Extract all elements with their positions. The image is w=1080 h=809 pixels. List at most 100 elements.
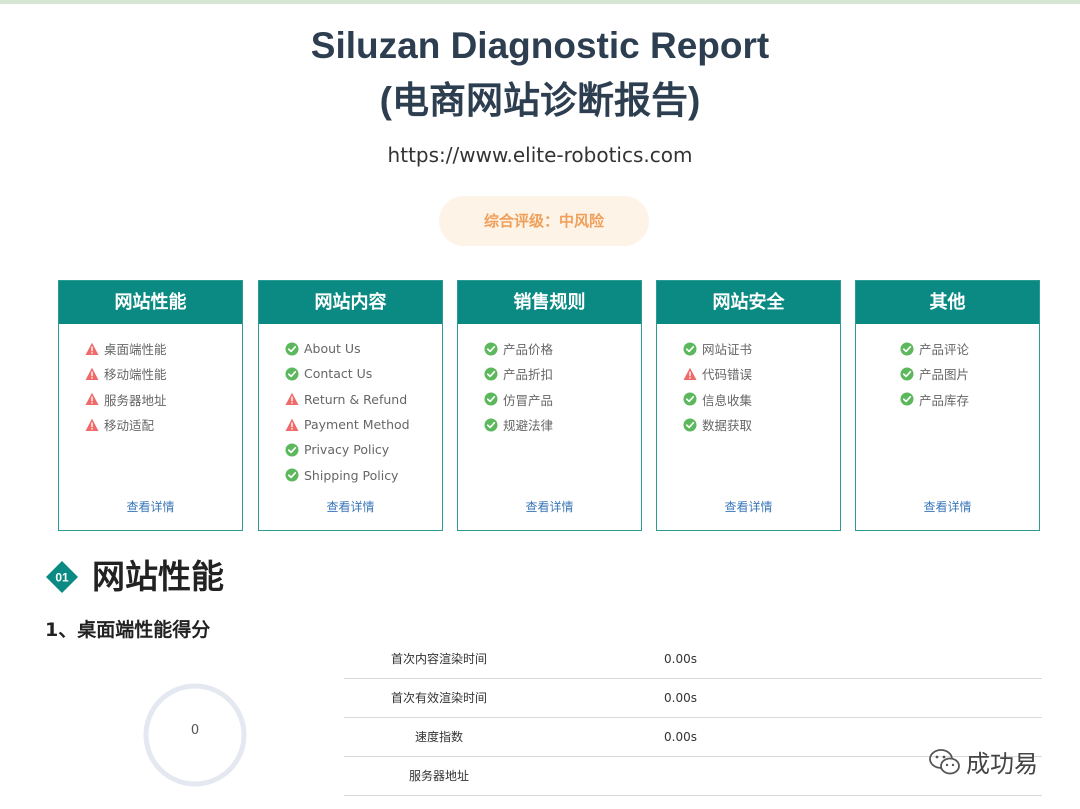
check-item-label: 数据获取 [702,418,753,434]
check-icon [683,392,697,406]
check-item-label: 产品价格 [503,342,554,358]
view-details-link[interactable]: 查看详情 [259,498,442,515]
warning-icon [85,418,99,431]
check-item: 仿冒产品 [484,387,641,412]
check-item-label: About Us [304,341,361,357]
card-title: 其他 [856,281,1039,324]
metric-row: 首次有效渲染时间 0.00s [344,679,1042,718]
check-item-label: 产品库存 [919,392,970,408]
check-item: 信息收集 [683,387,840,412]
check-item-label: 产品折扣 [503,367,554,383]
check-icon [683,418,697,432]
metric-value: 0.00s [664,730,697,744]
check-icon [484,418,498,432]
check-item: 产品图片 [900,361,1039,386]
view-details-link[interactable]: 查看详情 [657,498,840,515]
check-item-label: Payment Method [304,417,410,433]
card-checklist: 桌面端性能移动端性能服务器地址移动适配 [59,324,242,437]
check-item: 网站证书 [683,336,840,361]
view-details-link[interactable]: 查看详情 [458,498,641,515]
warning-icon [683,367,697,380]
check-item-label: 桌面端性能 [104,342,167,358]
watermark-text: 成功易 [966,750,1038,778]
warning-icon [85,367,99,380]
check-icon [900,392,914,406]
check-item-label: 代码错误 [702,367,753,383]
summary-card: 销售规则产品价格产品折扣仿冒产品规避法律查看详情 [457,280,642,531]
check-item-label: 移动端性能 [104,367,167,383]
check-icon [285,468,299,482]
check-item: Contact Us [285,361,442,386]
warning-icon [285,393,299,406]
check-icon [484,392,498,406]
check-item: 产品折扣 [484,361,641,386]
check-item-label: Shipping Policy [304,467,399,483]
metric-row: 首次内容渲染时间 0.00s [344,640,1042,679]
metric-label: 服务器地址 [408,769,469,783]
check-item-label: 规避法律 [503,418,554,434]
check-item: 产品库存 [900,387,1039,412]
card-checklist: 产品价格产品折扣仿冒产品规避法律 [458,324,641,437]
check-icon [484,367,498,381]
section-number-badge: 01 [46,561,78,593]
view-details-link[interactable]: 查看详情 [856,498,1039,515]
check-item: 桌面端性能 [85,336,242,361]
card-title: 网站内容 [259,281,442,324]
card-checklist: 网站证书代码错误信息收集数据获取 [657,324,840,437]
metric-label: 首次有效渲染时间 [390,691,487,705]
check-item-label: 网站证书 [702,342,753,358]
check-item: About Us [285,336,442,361]
card-title: 网站性能 [59,281,242,324]
check-item: 移动适配 [85,412,242,437]
check-item: 移动端性能 [85,361,242,386]
overall-rating-badge: 综合评级：中风险 [439,196,649,246]
summary-card: 网站安全网站证书代码错误信息收集数据获取查看详情 [656,280,841,531]
section-title: 网站性能 [92,557,224,596]
metric-label: 速度指数 [414,730,463,744]
check-icon [683,342,697,356]
check-item-label: 仿冒产品 [503,392,554,408]
check-item: Shipping Policy [285,462,442,487]
check-item: 代码错误 [683,361,840,386]
check-icon [285,367,299,381]
check-item-label: 产品图片 [919,367,970,383]
check-icon [484,342,498,356]
check-item-label: Contact Us [304,366,373,382]
check-item-label: 移动适配 [104,418,155,434]
watermark: 成功易 [928,744,1038,779]
check-icon [900,342,914,356]
metric-label: 首次内容渲染时间 [390,652,487,666]
check-item-label: Privacy Policy [304,442,390,458]
summary-card: 网站内容 About Us Contact Us Return & Refund Pay… [258,280,443,531]
metric-value: 0.00s [664,652,697,666]
check-item: Privacy Policy [285,437,442,462]
warning-icon [285,418,299,431]
check-item: 规避法律 [484,412,641,437]
card-title: 网站安全 [657,281,840,324]
check-item-label: 产品评论 [919,342,970,358]
site-url[interactable]: https://www.elite-robotics.com [0,143,1080,167]
check-item: Payment Method [285,412,442,437]
wechat-icon [929,748,960,774]
check-icon [285,342,299,356]
section-number: 01 [55,571,69,585]
report-title: Siluzan Diagnostic Report [310,25,770,66]
check-icon [285,443,299,457]
check-item-label: 信息收集 [702,392,753,408]
check-item: 产品价格 [484,336,641,361]
report-subtitle: (电商网站诊断报告) [379,80,701,121]
check-item-label: 服务器地址 [104,392,167,408]
check-icon [900,367,914,381]
check-item: Return & Refund [285,387,442,412]
summary-card: 网站性能桌面端性能移动端性能服务器地址移动适配查看详情 [58,280,243,531]
check-item: 数据获取 [683,412,840,437]
check-item-label: Return & Refund [304,391,408,407]
card-title: 销售规则 [458,281,641,324]
score-value: 0 [190,723,200,738]
top-border [0,0,1080,4]
summary-card: 其他产品评论产品图片产品库存查看详情 [855,280,1040,531]
section-subtitle: 1、桌面端性能得分 [45,619,211,641]
check-item: 服务器地址 [85,387,242,412]
card-checklist: 产品评论产品图片产品库存 [856,324,1039,412]
view-details-link[interactable]: 查看详情 [59,498,242,515]
